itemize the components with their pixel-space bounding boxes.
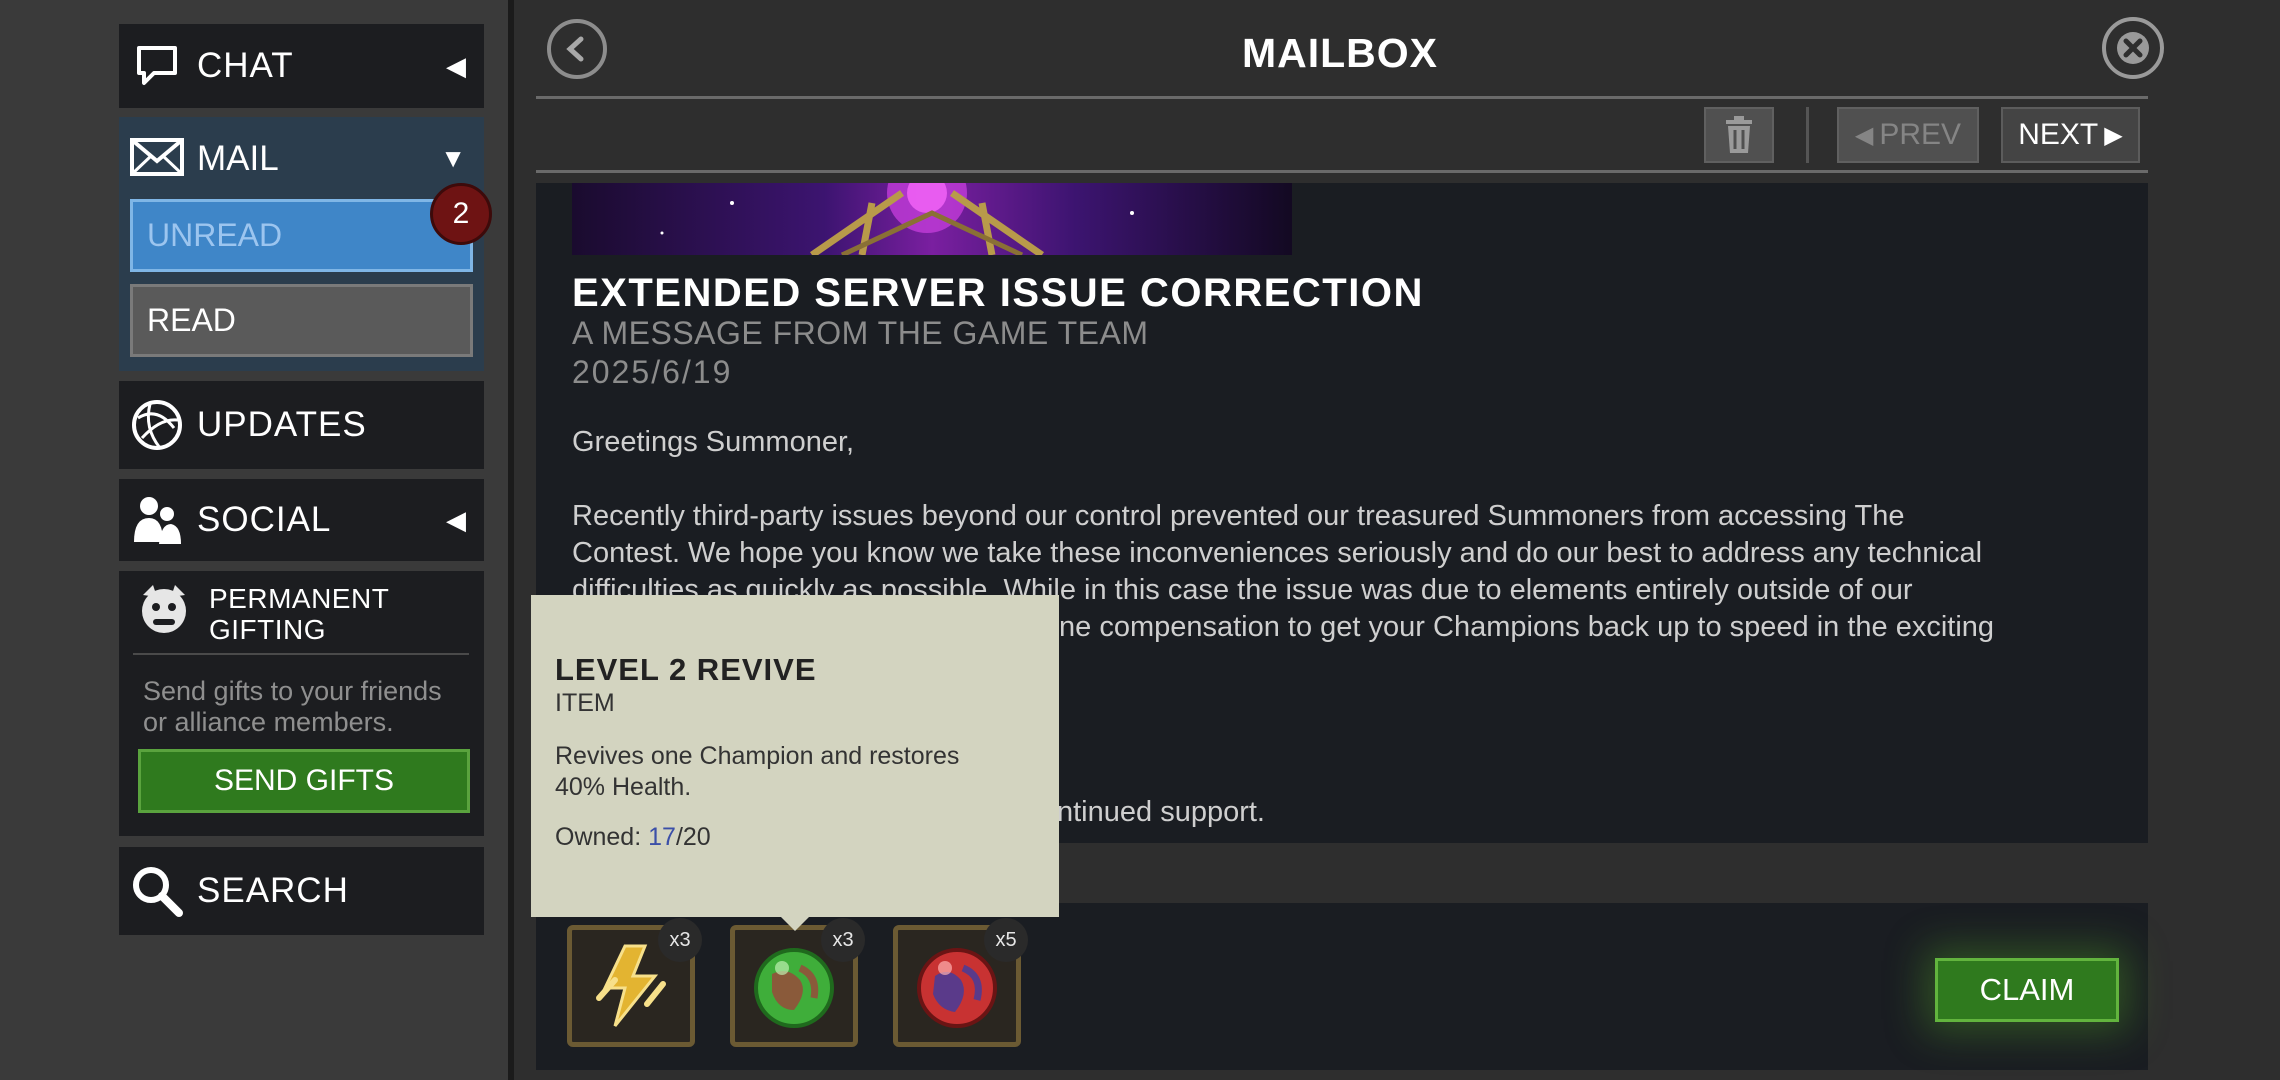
delete-button[interactable] (1704, 107, 1774, 163)
sidebar-item-label: MAIL (197, 139, 279, 178)
envelope-icon (129, 137, 185, 182)
prev-arrow-icon: ◀ (1854, 121, 1874, 149)
tooltip-type: ITEM (555, 689, 615, 717)
gift-mascot-icon (135, 581, 193, 644)
unread-count-badge: 2 (430, 183, 492, 245)
people-icon (129, 492, 185, 548)
chevron-down-icon: ▼ (440, 143, 466, 173)
unread-tab[interactable]: UNREAD (130, 199, 473, 272)
message-line: Recently third-party issues beyond our c… (572, 500, 1905, 532)
message-line: ntinued support. (1057, 796, 1265, 828)
tooltip-owned: Owned: 17/20 (555, 823, 711, 852)
tooltip-description: Revives one Champion and restores 40% He… (555, 742, 960, 801)
close-button[interactable] (2102, 17, 2164, 79)
reward-quantity: x3 (821, 918, 865, 962)
sidebar-item-search[interactable]: SEARCH (119, 847, 484, 935)
message-greeting: Greetings Summoner, (572, 426, 855, 458)
sidebar-item-social[interactable]: SOCIAL ◀ (119, 479, 484, 561)
prev-label: PREV (1879, 118, 1962, 151)
back-button[interactable] (547, 19, 607, 79)
send-gifts-button[interactable]: SEND GIFTS (138, 749, 470, 813)
sidebar-item-label: SOCIAL (197, 500, 332, 539)
owned-max: /20 (675, 823, 711, 851)
message-line: Contest. We hope you know we take these … (572, 537, 1983, 569)
claim-button[interactable]: CLAIM (1935, 958, 2119, 1022)
permanent-gifting-panel: PERMANENT GIFTING Send gifts to your fri… (119, 571, 484, 836)
chat-bubble-icon (129, 38, 185, 94)
close-icon (2117, 32, 2149, 64)
reward-item-health-potion[interactable]: x5 (893, 918, 1028, 1047)
message-banner-image (572, 183, 1292, 255)
magnifier-icon (129, 863, 185, 919)
page-title: MAILBOX (1241, 30, 1439, 76)
message-subtitle: A MESSAGE FROM THE GAME TEAM (572, 315, 1149, 351)
owned-label: Owned: (555, 823, 642, 851)
gifting-title-line: GIFTING (209, 614, 327, 645)
message-title: EXTENDED SERVER ISSUE CORRECTION (572, 271, 1424, 315)
prev-button[interactable]: ◀ PREV (1837, 107, 1979, 163)
owned-current: 17 (648, 823, 676, 851)
divider (536, 96, 2148, 99)
divider (133, 653, 469, 655)
next-label: NEXT (2018, 118, 2099, 151)
reward-item-level-2-revive[interactable]: x3 (730, 918, 865, 1047)
sidebar-item-updates[interactable]: UPDATES (119, 381, 484, 469)
gifting-description: Send gifts to your friends or alliance m… (143, 676, 442, 737)
sidebar-item-label: CHAT (197, 46, 294, 85)
chevron-left-icon (566, 36, 584, 62)
sidebar-item-chat[interactable]: CHAT ◀ (119, 24, 484, 108)
divider (1806, 107, 1809, 163)
divider (536, 170, 2148, 173)
sidebar-item-label: SEARCH (197, 871, 349, 910)
sidebar-divider (508, 0, 514, 1080)
chevron-left-icon: ◀ (446, 504, 466, 535)
reward-quantity: x3 (658, 918, 702, 962)
gifting-title-line: PERMANENT (209, 583, 390, 614)
sidebar-item-mail: MAIL ▼ UNREAD READ 2 (119, 117, 492, 371)
sidebar-item-label: UPDATES (197, 405, 367, 444)
trash-icon (1726, 116, 1752, 153)
read-tab[interactable]: READ (130, 284, 473, 357)
gifting-title: PERMANENT GIFTING (209, 583, 389, 645)
message-date: 2025/6/19 (572, 354, 733, 390)
message-line: ne compensation to get your Champions ba… (1059, 611, 1995, 643)
chevron-left-icon: ◀ (446, 50, 466, 81)
next-arrow-icon: ▶ (2104, 121, 2123, 149)
reward-quantity: x5 (984, 918, 1028, 962)
next-button[interactable]: NEXT ▶ (2001, 107, 2140, 163)
mail-header[interactable]: MAIL ▼ (119, 117, 484, 201)
globe-icon (129, 397, 185, 453)
item-tooltip: LEVEL 2 REVIVE ITEM Revives one Champion… (531, 595, 1059, 931)
reward-item-energy[interactable]: x3 (567, 918, 702, 1047)
tooltip-title: LEVEL 2 REVIVE (555, 652, 817, 687)
